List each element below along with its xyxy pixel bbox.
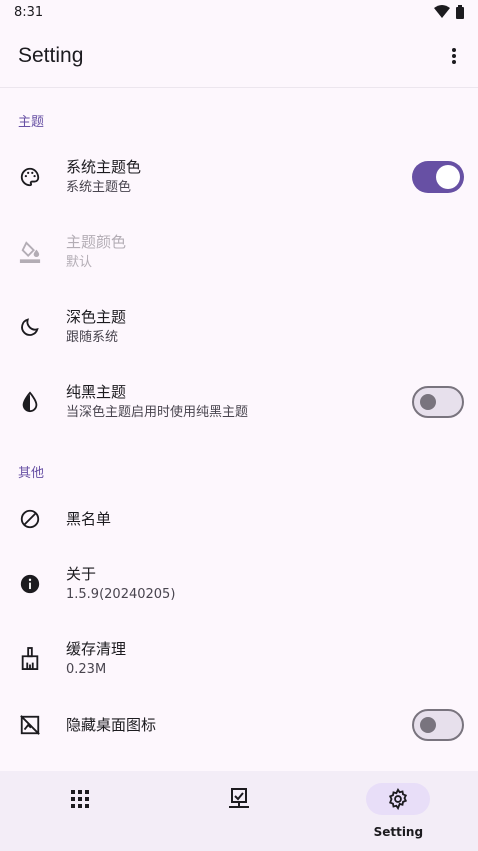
app-bar: Setting (0, 24, 478, 88)
hide-image-icon (18, 713, 42, 737)
format-color-fill-icon (18, 240, 42, 264)
about-title: 关于 (66, 565, 97, 583)
moon-icon (18, 315, 42, 339)
theme-color-item: 主题颜色 默认 (0, 222, 478, 282)
more-options-button[interactable] (442, 44, 466, 68)
dark-theme-item[interactable]: 深色主题 跟随系统 (0, 297, 478, 357)
cache-size: 0.23M (66, 662, 107, 677)
wifi-icon (434, 5, 450, 18)
dark-theme-summary: 跟随系统 (66, 330, 119, 345)
blacklist-item[interactable]: 黑名单 (0, 489, 478, 549)
page-title: Setting (18, 43, 84, 67)
status-time: 8:31 (14, 4, 44, 20)
dark-theme-title: 深色主题 (66, 308, 127, 326)
pure-black-item[interactable]: 纯黑主题 当深色主题启用时使用纯黑主题 (0, 372, 478, 432)
hide-icon-item[interactable]: 隐藏桌面图标 (0, 695, 478, 755)
more-vert-icon (452, 47, 456, 64)
status-bar: 8:31 (0, 0, 478, 24)
cache-clear-title: 缓存清理 (66, 640, 127, 658)
nav-label-setting: Setting (373, 825, 424, 839)
apps-grid-icon (70, 790, 89, 808)
section-header-other: 其他 (18, 466, 45, 481)
about-version: 1.5.9(20240205) (66, 587, 176, 602)
pure-black-switch[interactable] (412, 386, 464, 418)
hide-icon-switch[interactable] (412, 709, 464, 741)
system-theme-color-summary: 系统主题色 (66, 180, 132, 195)
pure-black-title: 纯黑主题 (66, 383, 127, 401)
nav-indicator (48, 783, 112, 815)
task-check-icon (228, 788, 249, 808)
blacklist-title: 黑名单 (66, 510, 112, 528)
section-header-theme: 主题 (18, 115, 45, 130)
status-icons (434, 5, 464, 19)
broom-icon (18, 647, 42, 671)
switch-knob (420, 717, 436, 733)
bottom-navigation: Setting (0, 771, 478, 851)
battery-icon (456, 5, 464, 19)
system-theme-color-switch[interactable] (412, 161, 464, 193)
pure-black-summary: 当深色主题启用时使用纯黑主题 (66, 405, 249, 420)
block-icon (18, 507, 42, 531)
theme-color-summary: 默认 (66, 255, 93, 270)
system-theme-color-title: 系统主题色 (66, 158, 142, 176)
switch-knob (420, 394, 436, 410)
hide-icon-title: 隐藏桌面图标 (66, 716, 157, 734)
nav-indicator (207, 783, 271, 815)
nav-item-tasks[interactable] (159, 771, 318, 851)
nav-item-setting[interactable]: Setting (319, 771, 478, 851)
gear-icon (389, 788, 408, 810)
contrast-drop-icon (18, 390, 42, 414)
about-item[interactable]: 关于 1.5.9(20240205) (0, 554, 478, 614)
palette-icon (18, 165, 42, 189)
cache-clear-item[interactable]: 缓存清理 0.23M (0, 629, 478, 689)
switch-knob (436, 165, 460, 189)
system-theme-color-item[interactable]: 系统主题色 系统主题色 (0, 147, 478, 207)
nav-item-apps[interactable] (0, 771, 159, 851)
nav-indicator (366, 783, 431, 815)
info-icon (18, 572, 42, 596)
theme-color-title: 主题颜色 (66, 233, 127, 251)
